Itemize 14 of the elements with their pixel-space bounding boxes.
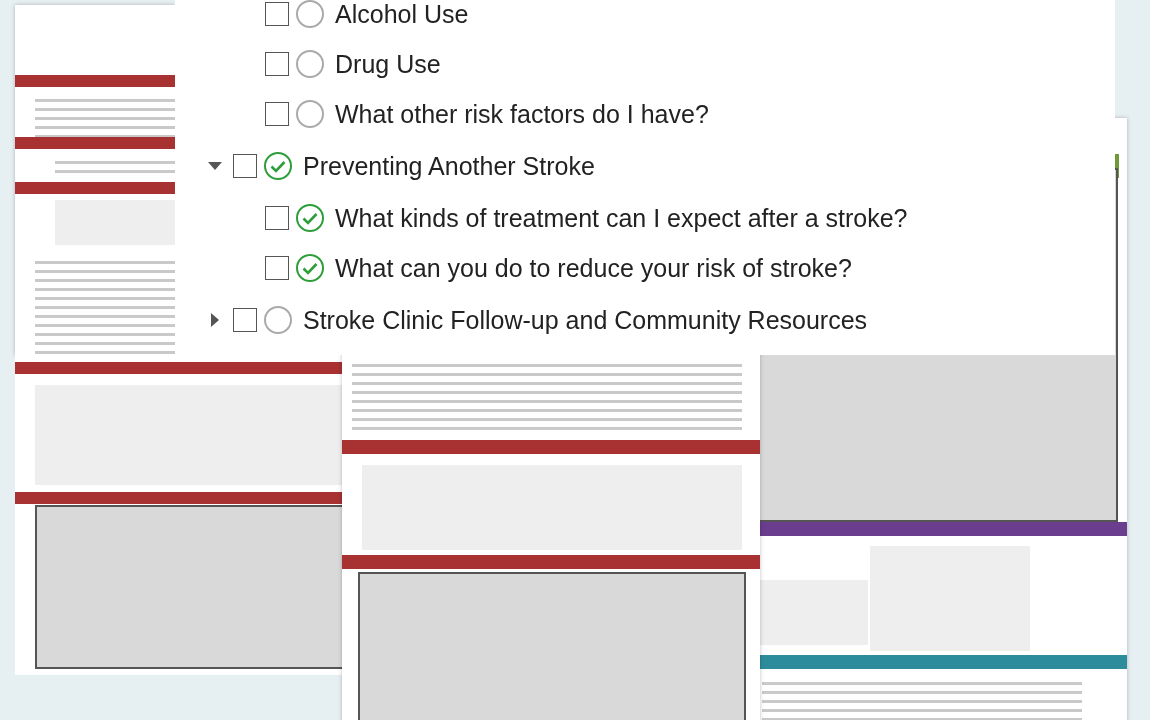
- tree-item-label[interactable]: What kinds of treatment can I expect after a stroke?: [335, 203, 908, 233]
- tree-item-label[interactable]: Drug Use: [335, 49, 441, 79]
- checkbox[interactable]: [265, 52, 289, 76]
- tree-item-label[interactable]: What other risk factors do I have?: [335, 99, 709, 129]
- tree-item-label[interactable]: Preventing Another Stroke: [303, 151, 595, 181]
- tree-item-label[interactable]: What can you do to reduce your risk of stroke?: [335, 253, 852, 283]
- checkbox[interactable]: [233, 308, 257, 332]
- tree-item-label[interactable]: Stroke Clinic Follow-up and Community Resources: [303, 305, 868, 335]
- checkbox[interactable]: [265, 206, 289, 230]
- checkbox[interactable]: [265, 102, 289, 126]
- checkbox[interactable]: [265, 256, 289, 280]
- checkbox[interactable]: [265, 2, 289, 26]
- tree-item-label[interactable]: Alcohol Use: [335, 0, 469, 29]
- checkbox[interactable]: [233, 154, 257, 178]
